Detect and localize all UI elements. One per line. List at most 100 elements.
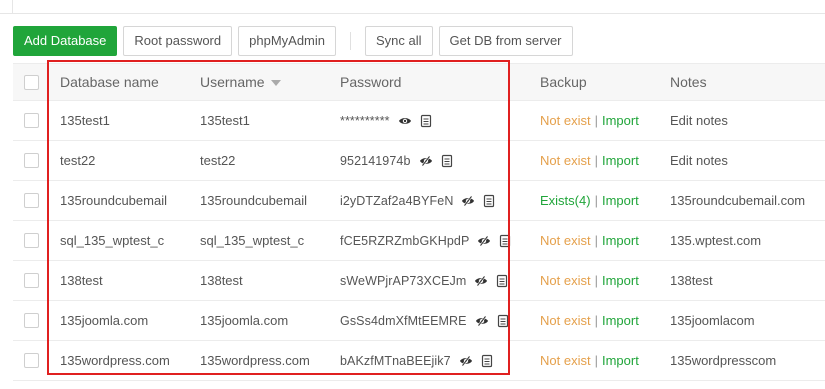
- row-checkbox[interactable]: [24, 233, 39, 248]
- password-cell: fCE5RZRZmbGKHpdP: [340, 221, 511, 260]
- root-password-button[interactable]: Root password: [123, 25, 233, 56]
- database-name: test22: [60, 153, 96, 168]
- backup-status-link[interactable]: Not exist: [540, 233, 591, 248]
- backup-status-link[interactable]: Not exist: [540, 273, 591, 288]
- row-checkbox[interactable]: [24, 273, 39, 288]
- database-name: sql_135_wptest_c: [60, 233, 165, 248]
- toolbar-divider: [350, 31, 351, 50]
- table-row: 135roundcubemail 135roundcubemail i2yDTZaf…: [13, 181, 825, 221]
- password-value: i2yDTZaf2a4BYFeN: [340, 193, 454, 208]
- add-database-button[interactable]: Add Database: [13, 25, 118, 56]
- copy-icon[interactable]: [420, 114, 432, 128]
- row-select-cell: [24, 141, 40, 180]
- copy-icon[interactable]: [499, 234, 511, 248]
- backup-separator: |: [594, 353, 598, 368]
- row-checkbox[interactable]: [24, 113, 39, 128]
- import-link[interactable]: Import: [602, 193, 639, 208]
- backup-separator: |: [594, 153, 598, 168]
- table-row: 135joomla.com 135joomla.com GsSs4dmXfMtEEM…: [13, 301, 825, 341]
- toolbar: Add Database Root password phpMyAdmin Sy…: [13, 25, 579, 56]
- backup-status-link[interactable]: Not exist: [540, 313, 591, 328]
- backup-status-link[interactable]: Not exist: [540, 113, 591, 128]
- import-link[interactable]: Import: [602, 153, 639, 168]
- username: test22: [200, 153, 236, 168]
- hide-password-icon[interactable]: [459, 354, 473, 367]
- database-table: Database name Username Password Backup N…: [13, 63, 825, 381]
- notes-link[interactable]: 135joomlacom: [670, 301, 755, 340]
- backup-separator: |: [594, 233, 598, 248]
- password-value: 952141974b: [340, 153, 411, 168]
- import-link[interactable]: Import: [602, 273, 639, 288]
- backup-status-link[interactable]: Exists(4): [540, 193, 591, 208]
- password-value: **********: [340, 113, 390, 128]
- password-cell: 952141974b: [340, 141, 453, 180]
- table-row: 135test1 135test1 ********** Not exist | Impo…: [13, 101, 825, 141]
- select-all-cell: [24, 64, 40, 100]
- copy-icon[interactable]: [441, 154, 453, 168]
- table-row: 138test 138test sWeWPjrAP73XCEJm Not exist |…: [13, 261, 825, 301]
- hide-password-icon[interactable]: [461, 194, 475, 207]
- backup-cell: Not exist | Import: [540, 141, 639, 180]
- backup-cell: Not exist | Import: [540, 301, 639, 340]
- hide-password-icon[interactable]: [474, 274, 488, 287]
- username: 135joomla.com: [200, 313, 289, 328]
- table-row: sql_135_wptest_c sql_135_wptest_c fCE5RZRZ…: [13, 221, 825, 261]
- hide-password-icon[interactable]: [475, 314, 489, 327]
- notes-link[interactable]: 135.wptest.com: [670, 221, 761, 260]
- username: 135test1: [200, 113, 250, 128]
- copy-icon[interactable]: [497, 314, 509, 328]
- phpmyadmin-button[interactable]: phpMyAdmin: [238, 25, 336, 56]
- row-select-cell: [24, 221, 40, 260]
- import-link[interactable]: Import: [602, 313, 639, 328]
- sort-caret-icon[interactable]: [270, 80, 281, 86]
- notes-link[interactable]: 135wordpresscom: [670, 341, 776, 380]
- row-checkbox[interactable]: [24, 353, 39, 368]
- sync-all-button[interactable]: Sync all: [365, 25, 433, 56]
- copy-icon[interactable]: [481, 354, 493, 368]
- hide-password-icon[interactable]: [419, 154, 433, 167]
- hide-password-icon[interactable]: [477, 234, 491, 247]
- password-cell: **********: [340, 101, 432, 140]
- password-cell: bAKzfMTnaBEEjik7: [340, 341, 493, 380]
- copy-icon[interactable]: [483, 194, 495, 208]
- password-value: bAKzfMTnaBEEjik7: [340, 353, 451, 368]
- copy-icon[interactable]: [496, 274, 508, 288]
- import-link[interactable]: Import: [602, 113, 639, 128]
- show-password-icon[interactable]: [398, 115, 412, 127]
- database-name: 138test: [60, 273, 103, 288]
- row-select-cell: [24, 301, 40, 340]
- column-password: Password: [340, 74, 402, 90]
- backup-separator: |: [594, 193, 598, 208]
- password-value: fCE5RZRZmbGKHpdP: [340, 233, 470, 248]
- backup-separator: |: [594, 313, 598, 328]
- row-checkbox[interactable]: [24, 153, 39, 168]
- password-cell: i2yDTZaf2a4BYFeN: [340, 181, 495, 220]
- column-notes: Notes: [670, 74, 707, 90]
- backup-separator: |: [594, 113, 598, 128]
- column-username[interactable]: Username: [200, 64, 281, 100]
- backup-cell: Not exist | Import: [540, 101, 639, 140]
- notes-link[interactable]: 135roundcubemail.com: [670, 181, 805, 220]
- row-checkbox[interactable]: [24, 193, 39, 208]
- username: 135roundcubemail: [200, 193, 307, 208]
- username: 138test: [200, 273, 243, 288]
- table-row: 135wordpress.com 135wordpress.com bAKzfMTn…: [13, 341, 825, 381]
- column-database-name: Database name: [60, 74, 159, 90]
- get-db-from-server-button[interactable]: Get DB from server: [438, 25, 573, 56]
- import-link[interactable]: Import: [602, 233, 639, 248]
- notes-link[interactable]: 138test: [670, 261, 713, 300]
- username: sql_135_wptest_c: [200, 233, 305, 248]
- row-checkbox[interactable]: [24, 313, 39, 328]
- password-cell: sWeWPjrAP73XCEJm: [340, 261, 508, 300]
- import-link[interactable]: Import: [602, 353, 639, 368]
- notes-link[interactable]: Edit notes: [670, 101, 728, 140]
- select-all-checkbox[interactable]: [24, 74, 39, 90]
- database-name: 135test1: [60, 113, 110, 128]
- notes-link[interactable]: Edit notes: [670, 141, 728, 180]
- backup-status-link[interactable]: Not exist: [540, 353, 591, 368]
- username: 135wordpress.com: [200, 353, 310, 368]
- backup-cell: Not exist | Import: [540, 221, 639, 260]
- row-select-cell: [24, 101, 40, 140]
- backup-status-link[interactable]: Not exist: [540, 153, 591, 168]
- table-row: test22 test22 952141974b Not exist | Import Ed…: [13, 141, 825, 181]
